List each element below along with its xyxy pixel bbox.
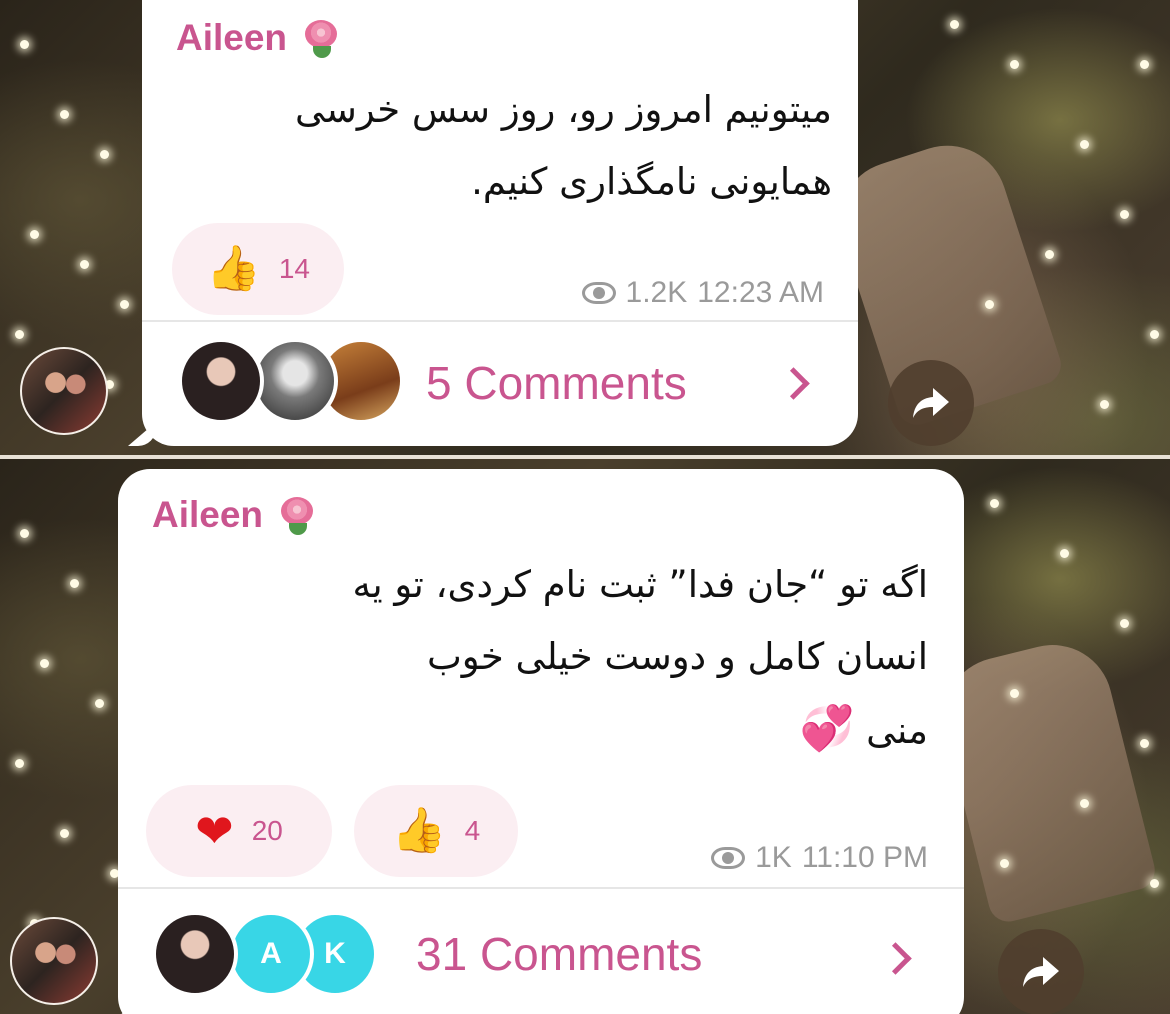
heart-icon: ❤ xyxy=(195,805,234,857)
message-text: اگه تو “جان فدا” ثبت نام کردی، تو یه انس… xyxy=(148,549,928,767)
message-line: میتونیم امروز رو، روز سس خرسی xyxy=(295,88,832,131)
author-name-row[interactable]: Aileen xyxy=(176,16,343,60)
commenter-avatar xyxy=(252,338,338,424)
message-bubble: Aileen میتونیم امروز رو، روز سس خرسی هما… xyxy=(128,0,858,446)
reaction-count: 20 xyxy=(251,815,283,846)
message-screenshot-top: Aileen میتونیم امروز رو، روز سس خرسی هما… xyxy=(0,0,1170,455)
message-screenshot-bottom: Aileen اگه تو “جان فدا” ثبت نام کردی، تو… xyxy=(0,459,1170,1014)
thumbs-up-icon: 👍 xyxy=(206,244,261,293)
message-line: منی xyxy=(866,709,928,752)
chevron-right-icon xyxy=(777,367,810,400)
author-name-row[interactable]: Aileen xyxy=(152,493,319,537)
view-count: 1.2K xyxy=(625,276,688,309)
comments-row[interactable]: K A 31 Comments xyxy=(118,889,964,1014)
message-text: میتونیم امروز رو، روز سس خرسی همایونی نا… xyxy=(172,74,832,218)
comments-count-label: 5 Comments xyxy=(426,357,687,409)
reaction-thumbs-up[interactable]: 👍 4 xyxy=(354,785,518,877)
commenter-avatar: A xyxy=(228,911,314,997)
rose-icon xyxy=(299,16,343,60)
commenter-avatar xyxy=(152,911,238,997)
thumbs-up-icon: 👍 xyxy=(391,806,447,855)
view-count: 1K xyxy=(755,841,792,874)
author-name: Aileen xyxy=(152,494,264,535)
share-arrow-icon xyxy=(913,388,949,418)
message-bubble: Aileen اگه تو “جان فدا” ثبت نام کردی، تو… xyxy=(104,469,964,1014)
eye-icon xyxy=(711,847,746,869)
timestamp: 11:10 PM xyxy=(801,841,928,874)
eye-icon xyxy=(581,282,616,304)
share-arrow-icon xyxy=(1023,957,1059,987)
reaction-heart[interactable]: ❤ 20 xyxy=(146,785,332,877)
rose-icon xyxy=(275,493,319,537)
chevron-right-icon xyxy=(879,942,912,975)
share-button[interactable] xyxy=(888,360,974,446)
message-line: انسان کامل و دوست خیلی خوب xyxy=(426,635,928,678)
comments-count-label: 31 Comments xyxy=(416,928,703,980)
commenter-avatar xyxy=(178,338,264,424)
background-sleeve xyxy=(931,632,1159,926)
reaction-thumbs-up[interactable]: 👍 14 xyxy=(172,223,344,315)
author-name: Aileen xyxy=(176,17,288,58)
message-line: همایونی نامگذاری کنیم. xyxy=(471,160,832,203)
reaction-count: 4 xyxy=(464,815,481,846)
message-meta: 1.2K 12:23 AM xyxy=(581,276,824,310)
message-line: اگه تو “جان فدا” ثبت نام کردی، تو یه xyxy=(352,563,928,606)
message-meta: 1K 11:10 PM xyxy=(711,841,928,875)
two-hearts-icon: 💞 xyxy=(799,703,855,754)
message-line-last: منی 💞 xyxy=(148,693,928,767)
timestamp: 12:23 AM xyxy=(697,276,824,309)
share-button[interactable] xyxy=(998,929,1084,1014)
comments-row[interactable]: 5 Comments xyxy=(142,322,858,446)
reaction-count: 14 xyxy=(278,253,310,284)
sender-avatar[interactable] xyxy=(20,347,108,435)
sender-avatar[interactable] xyxy=(10,917,98,1005)
